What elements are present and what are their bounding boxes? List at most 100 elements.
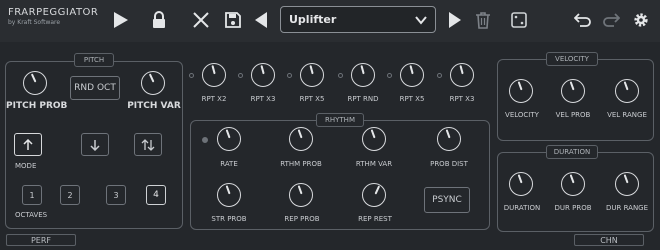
settings-button[interactable]: [630, 9, 652, 31]
trash-icon: [476, 12, 490, 29]
undo-icon: [574, 13, 591, 27]
rpt-x3-dot: [238, 73, 243, 78]
rthm-prob-knob[interactable]: [289, 127, 313, 151]
rhythm-title: RHYTHM: [316, 113, 364, 127]
str-prob-label: STR PROB: [211, 215, 247, 223]
psync-button[interactable]: PSYNC: [424, 187, 470, 213]
prev-preset-button[interactable]: [250, 9, 272, 31]
octave-1-label: 1: [29, 190, 35, 200]
octave-1-button[interactable]: 1: [22, 185, 42, 205]
duration-label: DURATION: [503, 204, 541, 212]
preset-selector[interactable]: Uplifter: [280, 6, 436, 33]
dur-prob-knob[interactable]: [561, 172, 585, 196]
rpt-x5b-dot: [387, 73, 392, 78]
lock-button[interactable]: [148, 9, 170, 31]
rthm-var-knob[interactable]: [362, 127, 386, 151]
pitch-title: PITCH: [74, 53, 114, 67]
velocity-knob[interactable]: [509, 79, 533, 103]
brand: FRARPEGGIATOR by Kraft Software: [8, 7, 98, 26]
clear-button[interactable]: [190, 9, 212, 31]
rate-knob[interactable]: [217, 127, 241, 151]
save-button[interactable]: [222, 9, 244, 31]
rep-rest-label: REP REST: [358, 215, 392, 223]
prev-preset-icon: [255, 12, 267, 28]
rpt-x2-dot: [189, 73, 194, 78]
pitch-var-knob[interactable]: [141, 71, 165, 95]
perf-tab[interactable]: PERF: [6, 234, 76, 246]
mode-updown-button[interactable]: [134, 133, 162, 156]
arrow-up-icon: [23, 138, 33, 150]
redo-icon: [603, 13, 620, 27]
str-prob-knob[interactable]: [217, 183, 241, 207]
save-icon: [225, 12, 241, 28]
rthm-var-label: RTHM VAR: [355, 160, 393, 168]
octaves-label: OCTAVES: [15, 211, 48, 219]
rpt-rnd-label: RPT RND: [347, 95, 379, 103]
dur-range-knob[interactable]: [615, 172, 639, 196]
lock-icon: [153, 11, 165, 28]
rpt-rnd-dot: [338, 73, 343, 78]
rpt-x5-label: RPT X5: [299, 95, 325, 103]
chn-label: CHN: [600, 236, 618, 245]
vel-prob-knob[interactable]: [561, 79, 585, 103]
rpt-x5-dot: [287, 73, 292, 78]
arrow-down-icon: [90, 139, 100, 151]
octave-3-button[interactable]: 3: [106, 185, 126, 205]
octave-4-label: 4: [153, 190, 159, 200]
mode-label: MODE: [15, 162, 37, 170]
rpt-x3b-knob[interactable]: [450, 63, 474, 87]
rpt-x5b-label: RPT X5: [399, 95, 425, 103]
rnd-oct-label: RND OCT: [74, 83, 116, 93]
rep-prob-label: REP PROB: [284, 215, 320, 223]
preset-name: Uplifter: [289, 13, 337, 26]
app-window: FRARPEGGIATOR by Kraft Software Uplifter: [0, 0, 660, 250]
rpt-x3b-dot: [437, 73, 442, 78]
app-subtitle: by Kraft Software: [8, 19, 61, 26]
mode-down-button[interactable]: [81, 133, 109, 156]
vel-range-label: VEL RANGE: [607, 111, 647, 119]
play-button[interactable]: [110, 9, 132, 31]
mode-up-button[interactable]: [14, 133, 42, 156]
next-preset-button[interactable]: [444, 9, 466, 31]
rpt-x5b-knob[interactable]: [400, 63, 424, 87]
chn-tab[interactable]: CHN: [574, 234, 644, 246]
octave-3-label: 3: [113, 190, 119, 200]
arrow-updown-icon: [141, 138, 155, 151]
rpt-x2-knob[interactable]: [202, 63, 226, 87]
app-title: FRARPEGGIATOR: [8, 7, 99, 18]
redo-button[interactable]: [600, 9, 622, 31]
rate-label: RATE: [220, 160, 238, 168]
dur-prob-label: DUR PROB: [554, 204, 592, 212]
dice-icon: [511, 12, 527, 28]
toolbar: FRARPEGGIATOR by Kraft Software Uplifter: [0, 0, 660, 42]
rep-prob-knob[interactable]: [289, 183, 313, 207]
pitch-prob-label: PITCH PROB: [6, 101, 68, 111]
rpt-rnd-knob[interactable]: [351, 63, 375, 87]
rpt-x3b-label: RPT X3: [449, 95, 475, 103]
randomize-button[interactable]: [508, 9, 530, 31]
pitch-var-label: PITCH VAR: [127, 101, 181, 111]
rpt-x3-knob[interactable]: [251, 63, 275, 87]
octave-2-label: 2: [67, 190, 73, 200]
octave-2-button[interactable]: 2: [60, 185, 80, 205]
next-preset-icon: [449, 12, 461, 28]
rep-rest-knob[interactable]: [362, 183, 386, 207]
rpt-x5-knob[interactable]: [300, 63, 324, 87]
rpt-x3-label: RPT X3: [250, 95, 276, 103]
delete-button[interactable]: [472, 9, 494, 31]
play-icon: [114, 12, 128, 28]
undo-button[interactable]: [572, 9, 594, 31]
prob-dist-knob[interactable]: [437, 127, 461, 151]
vel-range-knob[interactable]: [615, 79, 639, 103]
duration-knob[interactable]: [509, 172, 533, 196]
gear-icon: [634, 13, 648, 27]
octave-4-button[interactable]: 4: [146, 185, 166, 205]
perf-label: PERF: [30, 236, 52, 245]
prob-dist-label: PROB DIST: [430, 160, 468, 168]
rnd-oct-button[interactable]: RND OCT: [70, 76, 120, 100]
velocity-title: VELOCITY: [546, 52, 598, 66]
psync-label: PSYNC: [432, 195, 462, 205]
duration-title: DURATION: [546, 145, 598, 159]
vel-prob-label: VEL PROB: [555, 111, 591, 119]
pitch-prob-knob[interactable]: [23, 71, 47, 95]
